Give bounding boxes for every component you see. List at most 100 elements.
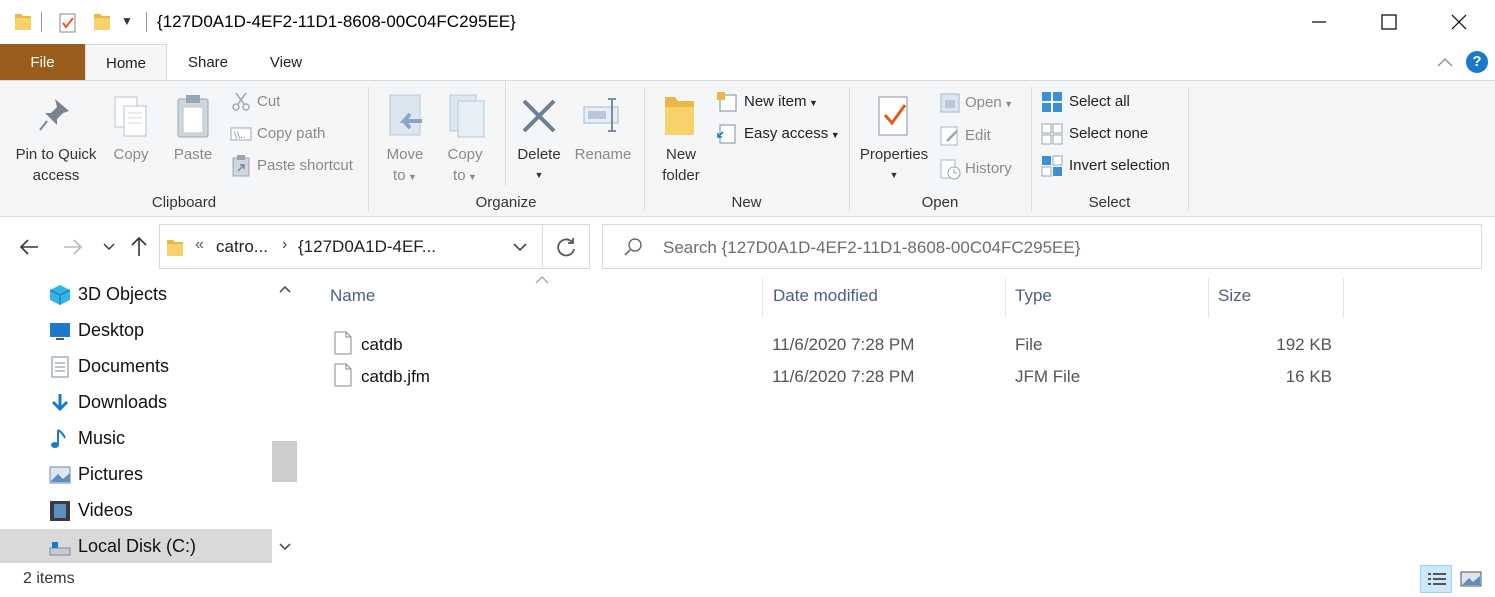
history-icon	[940, 159, 961, 180]
file-type: JFM File	[1015, 367, 1081, 386]
invert-selection-label: Invert selection	[1069, 157, 1170, 174]
breadcrumb-item[interactable]: catro...	[216, 237, 268, 257]
customize-quick-access-icon[interactable]: ▼	[121, 14, 133, 28]
scroll-up-icon[interactable]	[279, 284, 291, 294]
large-icons-view-button[interactable]	[1456, 565, 1488, 593]
maximize-icon	[1381, 14, 1397, 30]
nav-item-local-disk[interactable]: Local Disk (C:)	[0, 529, 272, 563]
file-icon	[334, 363, 352, 387]
scroll-down-icon[interactable]	[279, 542, 291, 552]
pin-to-quick-access-button[interactable]: Pin to Quick access	[8, 93, 104, 188]
open-button[interactable]: Open ▼	[939, 92, 1024, 114]
address-bar[interactable]: « catro... › {127D0A1D-4EF...	[159, 224, 543, 269]
properties-button[interactable]: Properties ▼	[855, 93, 933, 193]
search-box[interactable]: Search {127D0A1D-4EF2-11D1-8608-00C04FC2…	[602, 224, 1482, 269]
breadcrumb-overflow[interactable]: «	[195, 236, 204, 254]
nav-item-label: Pictures	[78, 464, 144, 484]
tab-view[interactable]: View	[249, 44, 323, 80]
forward-button[interactable]	[62, 236, 86, 260]
paste-shortcut-button[interactable]: Paste shortcut	[230, 155, 365, 177]
new-folder-button[interactable]: New folder	[654, 93, 708, 193]
sort-indicator-icon	[535, 276, 549, 284]
back-arrow-icon	[19, 239, 38, 255]
table-row[interactable]: catdb.jfm 11/6/2020 7:28 PM JFM File 16 …	[320, 360, 1345, 392]
close-icon	[1451, 14, 1467, 30]
column-separator[interactable]	[762, 278, 763, 318]
column-separator[interactable]	[1208, 278, 1209, 318]
file-icon	[334, 331, 352, 355]
history-button[interactable]: History	[939, 158, 1024, 180]
select-all-button[interactable]: Select all	[1041, 91, 1181, 113]
easy-access-label: Easy access	[744, 125, 829, 142]
tab-file[interactable]: File	[0, 44, 85, 80]
nav-item-label: Local Disk (C:)	[78, 536, 197, 556]
select-none-button[interactable]: Select none	[1041, 123, 1181, 145]
nav-item-videos[interactable]: Videos	[0, 493, 272, 529]
pictures-icon	[49, 466, 71, 484]
invert-selection-icon	[1041, 155, 1063, 177]
dropdown-arrow-icon: ▼	[465, 172, 477, 182]
column-header-date-modified[interactable]: Date modified	[773, 286, 878, 306]
file-date: 11/6/2020 7:28 PM	[772, 367, 915, 386]
nav-scrollbar[interactable]	[272, 277, 298, 563]
dropdown-arrow-icon: ▼	[534, 170, 544, 180]
chevron-down-icon	[103, 243, 115, 250]
dropdown-arrow-icon: ▼	[828, 130, 840, 140]
details-view-button[interactable]	[1420, 565, 1452, 593]
new-item-button[interactable]: New item ▼	[716, 91, 841, 113]
large-icons-view-icon	[1460, 571, 1482, 587]
chevron-down-icon[interactable]	[512, 240, 528, 254]
new-group-label: New	[731, 194, 762, 211]
rename-button[interactable]: Rename	[572, 93, 634, 188]
close-button[interactable]	[1424, 0, 1494, 44]
nav-item-desktop[interactable]: Desktop	[0, 313, 272, 349]
delete-label: Delete	[517, 146, 561, 163]
file-size: 192 KB	[1276, 335, 1332, 354]
copy-to-button[interactable]: Copy to ▼	[440, 93, 490, 193]
properties-quick-access-icon[interactable]	[58, 12, 78, 34]
minimize-button[interactable]	[1284, 0, 1354, 44]
column-header-type[interactable]: Type	[1015, 286, 1052, 306]
breadcrumb-separator-icon[interactable]: ›	[282, 236, 287, 254]
new-folder-quick-access-icon[interactable]	[93, 11, 111, 31]
nav-item-documents[interactable]: Documents	[0, 349, 272, 385]
maximize-button[interactable]	[1354, 0, 1424, 44]
3d-objects-icon	[49, 285, 71, 305]
move-to-label-line2: to	[393, 167, 406, 184]
nav-item-3d-objects[interactable]: 3D Objects	[0, 277, 272, 313]
delete-button[interactable]: Delete ▼	[512, 93, 566, 193]
column-header-size[interactable]: Size	[1218, 286, 1251, 306]
move-to-button[interactable]: Move to ▼	[380, 93, 430, 193]
table-row[interactable]: catdb 11/6/2020 7:28 PM File 192 KB	[320, 328, 1345, 360]
tab-home[interactable]: Home	[85, 44, 167, 81]
recent-locations-button[interactable]	[102, 240, 118, 256]
tab-share[interactable]: Share	[167, 44, 249, 80]
refresh-button[interactable]	[543, 224, 590, 269]
open-group-label: Open	[921, 194, 959, 211]
scrollbar-thumb[interactable]	[272, 441, 297, 482]
paste-shortcut-label: Paste shortcut	[257, 157, 353, 174]
nav-item-downloads[interactable]: Downloads	[0, 385, 272, 421]
column-separator[interactable]	[1005, 278, 1006, 318]
open-label: Open	[965, 94, 1002, 111]
minimize-ribbon-icon[interactable]	[1437, 56, 1453, 68]
back-button[interactable]	[18, 236, 42, 260]
new-item-label: New item	[744, 93, 807, 110]
cut-button[interactable]: Cut	[230, 91, 365, 113]
file-type: File	[1015, 335, 1043, 354]
breadcrumb-item[interactable]: {127D0A1D-4EF...	[298, 237, 436, 257]
edit-button[interactable]: Edit	[939, 125, 1024, 147]
copy-path-button[interactable]: \\.. Copy path	[230, 123, 365, 145]
nav-item-pictures[interactable]: Pictures	[0, 457, 272, 493]
column-separator[interactable]	[1343, 278, 1344, 318]
copy-button[interactable]: Copy	[106, 93, 156, 188]
up-button[interactable]	[129, 235, 151, 259]
file-name: catdb	[361, 335, 403, 354]
paste-button[interactable]: Paste	[168, 93, 218, 188]
easy-access-button[interactable]: Easy access ▼	[716, 123, 841, 145]
column-header-name[interactable]: Name	[330, 286, 375, 306]
invert-selection-button[interactable]: Invert selection	[1041, 155, 1181, 177]
nav-item-music[interactable]: Music	[0, 421, 272, 457]
refresh-icon	[557, 237, 575, 256]
help-icon[interactable]: ?	[1466, 51, 1488, 73]
